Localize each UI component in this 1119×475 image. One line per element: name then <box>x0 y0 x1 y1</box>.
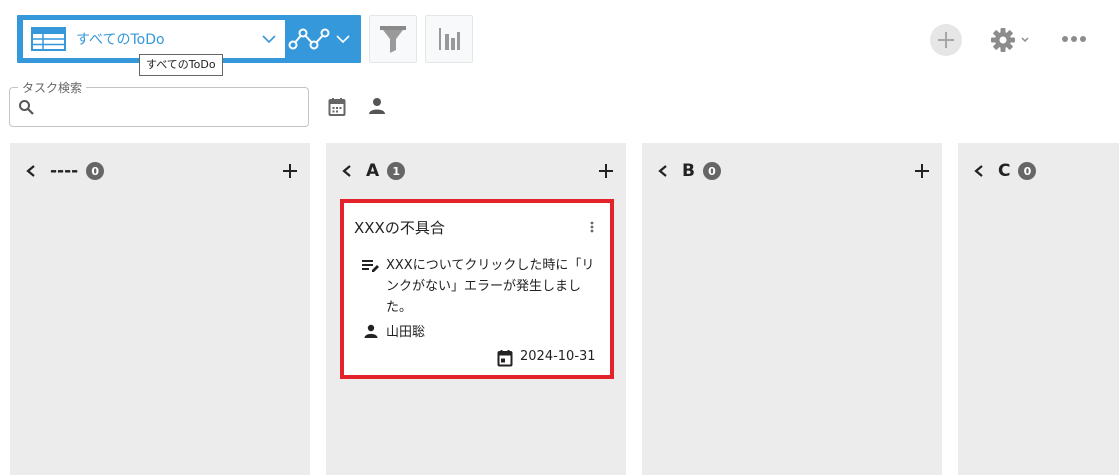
card-assignee: 山田聡 <box>386 325 426 340</box>
calendar-icon <box>497 350 513 367</box>
more-horizontal-icon <box>1062 36 1086 42</box>
kanban-column: C 0 <box>958 143 1119 475</box>
bar-chart-icon <box>439 28 460 50</box>
card-description: XXXについてクリックした時に「リンクがない」エラーが発生しました。 <box>386 258 595 315</box>
settings-button[interactable] <box>986 24 1032 56</box>
calendar-filter-icon[interactable] <box>328 97 346 117</box>
column-header: C 0 <box>958 159 1119 183</box>
task-search-input[interactable] <box>38 96 300 118</box>
column-title: A <box>366 161 380 181</box>
column-header: A 1 <box>326 159 626 183</box>
plus-icon <box>915 164 929 178</box>
plus-icon <box>938 32 954 48</box>
plus-icon <box>283 164 297 178</box>
add-card-button[interactable] <box>912 159 932 183</box>
column-count-badge: 0 <box>1018 162 1037 180</box>
kanban-column: B 0 <box>642 143 942 475</box>
more-options-button[interactable] <box>1058 30 1090 48</box>
card-title: XXXの不具合 <box>354 219 445 237</box>
view-name-tooltip: すべてのToDo <box>139 54 223 76</box>
graph-view-button[interactable] <box>279 15 339 63</box>
view-select-dropdown[interactable]: すべてのToDo <box>23 20 285 58</box>
card-due-date: 2024-10-31 <box>520 349 596 364</box>
column-title: C <box>998 161 1011 181</box>
filter-button[interactable] <box>369 15 417 63</box>
chevron-left-icon[interactable] <box>656 164 670 178</box>
add-card-button[interactable] <box>280 159 300 183</box>
search-icon <box>19 100 34 115</box>
chevron-left-icon[interactable] <box>972 164 986 178</box>
task-card[interactable]: XXXの不具合 XXXについてクリックした時に「リンクがない」エラーが発生しまし… <box>340 199 614 379</box>
column-count-badge: 0 <box>86 162 105 180</box>
table-view-icon <box>31 27 66 51</box>
search-label: タスク検索 <box>18 79 87 96</box>
chevron-left-icon[interactable] <box>24 164 38 178</box>
column-header: B 0 <box>642 159 942 183</box>
person-filter-icon[interactable] <box>368 97 386 115</box>
column-count-badge: 1 <box>387 162 406 180</box>
chevron-down-icon[interactable] <box>335 32 351 46</box>
plus-icon <box>599 164 613 178</box>
column-count-badge: 0 <box>702 162 721 180</box>
chart-button[interactable] <box>425 15 473 63</box>
column-header: ---- 0 <box>10 159 310 183</box>
chevron-down-icon <box>1020 37 1029 43</box>
kanban-column: A 1 XXXの不具合 XXXについてクリックした時に「リンクがない」エラーが発… <box>326 143 626 475</box>
kanban-app: すべてのToDo すべてのToDo タスク検索 ---- 0 A 1 XXXの不… <box>0 0 1119 475</box>
gear-icon <box>990 28 1015 52</box>
column-title: ---- <box>50 161 79 181</box>
more-vertical-icon[interactable] <box>590 221 594 233</box>
task-search-field: タスク検索 <box>9 79 309 127</box>
view-name: すべてのToDo <box>76 32 165 48</box>
kanban-column: ---- 0 <box>10 143 310 475</box>
add-record-button[interactable] <box>930 24 962 56</box>
column-title: B <box>682 161 695 181</box>
chevron-down-icon <box>262 35 276 44</box>
person-icon <box>364 324 378 338</box>
add-card-button[interactable] <box>596 159 616 183</box>
graph-icon <box>288 28 330 50</box>
chevron-left-icon[interactable] <box>340 164 354 178</box>
funnel-icon <box>380 26 406 53</box>
description-icon <box>362 260 379 272</box>
